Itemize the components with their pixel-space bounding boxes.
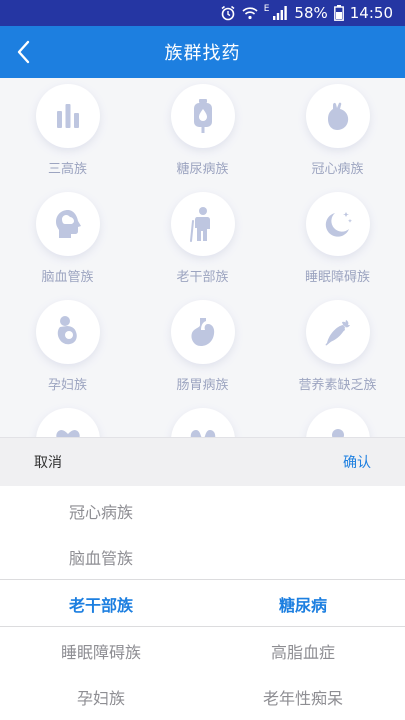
pregnant-woman-icon	[57, 316, 77, 345]
heart-icon	[55, 430, 80, 437]
moon-stars-icon	[325, 212, 352, 237]
elderly-person-icon	[189, 207, 210, 242]
category-item-veteran[interactable]: 老干部族	[135, 192, 270, 285]
category-item-nutrition[interactable]: 营养素缺乏族	[270, 300, 405, 393]
picker-row[interactable]: 冠心病族	[0, 488, 405, 534]
category-label: 冠心病族	[311, 162, 364, 177]
picker-left-option[interactable]: 睡眠障碍族	[0, 628, 202, 674]
picker-row-selected[interactable]: 老干部族 糖尿病	[0, 581, 405, 627]
confirm-button[interactable]: 确认	[343, 452, 371, 472]
wifi-icon	[242, 6, 258, 20]
category-item-pregnant[interactable]: 孕妇族	[0, 300, 135, 393]
picker-wheel[interactable]: 冠心病族 脑血管族 老干部族 糖尿病 睡眠障碍族 高脂血症 孕妇族 老年性痴呆	[0, 486, 405, 720]
category-item-sangao[interactable]: 三高族	[0, 84, 135, 177]
category-label: 糖尿病族	[176, 162, 229, 177]
category-icon-circle	[170, 300, 235, 364]
category-label: 孕妇族	[47, 378, 87, 393]
category-label: 睡眠障碍族	[304, 270, 370, 285]
category-item-gastro[interactable]: 肠胃病族	[135, 300, 270, 393]
clock-time: 14:50	[349, 4, 393, 22]
person-icon	[331, 429, 344, 437]
carrot-icon	[325, 320, 350, 346]
heart-organ-icon	[327, 102, 348, 130]
category-icon-circle	[305, 300, 370, 364]
battery-icon	[333, 5, 344, 21]
bar-chart-icon	[56, 104, 79, 128]
status-bar: E 58% 14:50	[0, 0, 405, 26]
iv-drip-icon	[193, 99, 212, 133]
picker-toolbar: 取消 确认	[0, 437, 405, 486]
category-icon-circle	[305, 84, 370, 148]
category-icon-circle	[35, 192, 100, 256]
category-item-row4-3[interactable]	[270, 408, 405, 437]
category-label: 老干部族	[176, 270, 229, 285]
category-icon-circle	[305, 192, 370, 256]
picker-right-option[interactable]: 老年性痴呆	[202, 674, 404, 720]
picker-right-option[interactable]: 高脂血症	[202, 628, 404, 674]
picker-row[interactable]: 睡眠障碍族 高脂血症	[0, 628, 405, 674]
back-button[interactable]	[10, 38, 38, 66]
category-item-diabetes[interactable]: 糖尿病族	[135, 84, 270, 177]
category-icon-circle	[305, 408, 370, 437]
picker-row[interactable]: 孕妇族 老年性痴呆	[0, 674, 405, 720]
category-label: 营养素缺乏族	[298, 378, 377, 393]
chevron-left-icon	[17, 40, 30, 64]
stomach-icon	[190, 318, 214, 346]
category-icon-circle	[170, 192, 235, 256]
picker-left-option[interactable]: 冠心病族	[0, 488, 202, 534]
signal-icon	[273, 6, 288, 20]
picker-right-option[interactable]	[202, 488, 404, 534]
picker-left-option[interactable]: 脑血管族	[0, 534, 202, 580]
picker-left-selected[interactable]: 老干部族	[0, 581, 202, 627]
category-icon-circle	[170, 84, 235, 148]
category-icon-circle	[35, 408, 100, 437]
page-title: 族群找药	[164, 43, 241, 64]
battery-percent: 58%	[294, 4, 328, 22]
picker-right-selected[interactable]: 糖尿病	[202, 581, 404, 627]
category-item-row4-1[interactable]	[0, 408, 135, 437]
picker-right-option[interactable]	[202, 534, 404, 580]
kidney-icon	[190, 430, 215, 437]
picker-selection-line-bottom	[0, 626, 405, 627]
alarm-icon	[220, 5, 236, 21]
picker-left-option[interactable]: 孕妇族	[0, 674, 202, 720]
category-item-sleep[interactable]: 睡眠障碍族	[270, 192, 405, 285]
category-label: 脑血管族	[41, 270, 94, 285]
app-header: 族群找药	[0, 26, 405, 78]
category-grid: 三高族 糖尿病族 冠心病族 脑血管族 老干部族 睡眠障碍族 孕妇族 肠胃病族 营…	[0, 78, 405, 437]
picker-selection-line-top	[0, 579, 405, 580]
category-icon-circle	[35, 300, 100, 364]
category-icon-circle	[170, 408, 235, 437]
category-item-row4-2[interactable]	[135, 408, 270, 437]
category-item-coronary[interactable]: 冠心病族	[270, 84, 405, 177]
category-icon-circle	[35, 84, 100, 148]
category-label: 肠胃病族	[176, 378, 229, 393]
brain-head-icon	[55, 210, 81, 238]
picker-row[interactable]: 脑血管族	[0, 534, 405, 580]
cancel-button[interactable]: 取消	[34, 452, 62, 472]
category-item-cerebrovascular[interactable]: 脑血管族	[0, 192, 135, 285]
category-label: 三高族	[47, 162, 87, 177]
network-type: E	[263, 4, 270, 14]
